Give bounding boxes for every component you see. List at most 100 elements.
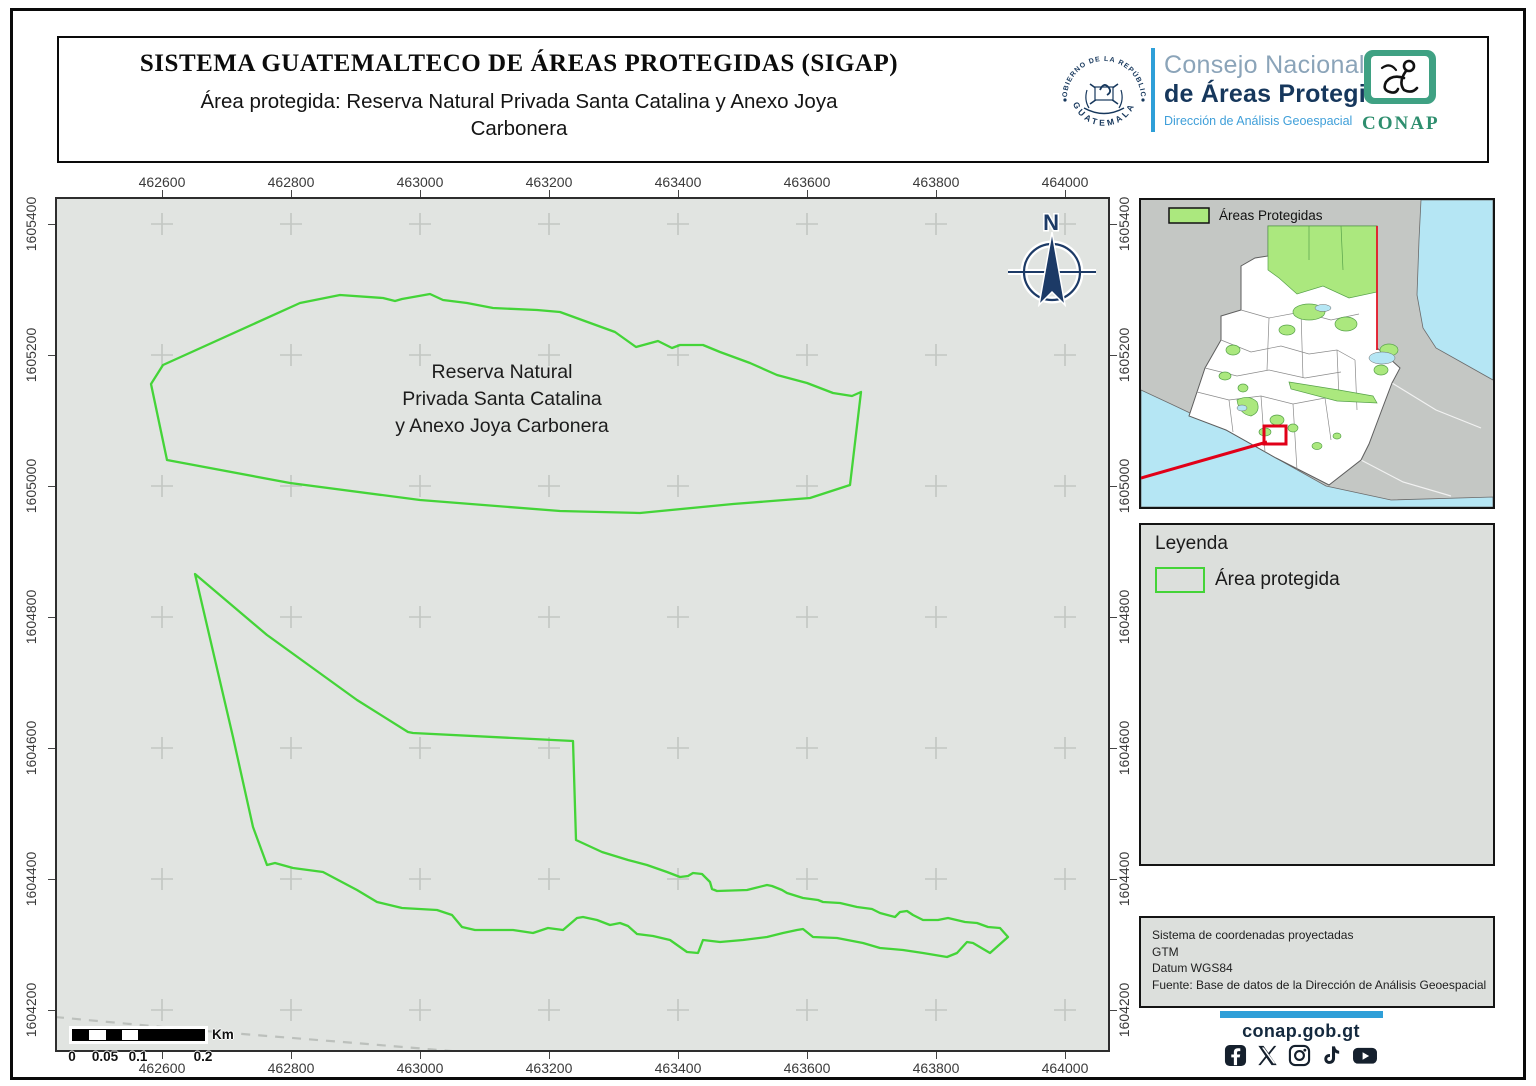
y-axis-label: 1605000 [1116,459,1132,514]
compass-rose: N [1008,210,1096,305]
inset-legend-label: Áreas Protegidas [1219,208,1323,223]
y-axis-tick [48,224,55,225]
guatemala-gov-seal-icon: GOBIERNO DE LA REPÚBLICA GUATEMALA [1054,46,1154,152]
info-line-source: Fuente: Base de datos de la Dirección de… [1152,977,1486,994]
y-axis-label: 1604400 [1116,852,1132,907]
conap-logo-text: CONAP [1362,113,1438,135]
info-line-projection: Sistema de coordenadas proyectadas [1152,927,1486,944]
inset-map-canvas: Áreas Protegidas [1141,200,1493,507]
wordmark-line3: Dirección de Análisis Geoespacial [1164,114,1352,128]
x-axis-label: 463400 [633,1060,723,1076]
x-axis-tick [807,1052,808,1059]
x-axis-tick [807,190,808,197]
info-line-datum: Datum WGS84 [1152,960,1486,977]
title-box: SISTEMA GUATEMALTECO DE ÁREAS PROTEGIDAS… [57,36,1489,163]
y-axis-label: 1604600 [23,721,39,776]
instagram-icon[interactable] [1288,1044,1311,1067]
y-axis-label: 1604800 [23,590,39,645]
x-axis-tick [291,1052,292,1059]
x-axis-tick [936,190,937,197]
x-axis-label: 463800 [891,174,981,190]
brand-divider [1151,48,1155,132]
x-axis-label: 462800 [246,174,336,190]
reserve-name-label: Reserva Natural Privada Santa Catalina y… [302,359,702,440]
y-axis-label: 1605000 [23,459,39,514]
x-axis-label: 463000 [375,174,465,190]
x-axis-tick [1065,190,1066,197]
x-axis-label: 463800 [891,1060,981,1076]
x-axis-label: 463400 [633,174,723,190]
x-axis-tick [678,1052,679,1059]
x-axis-label: 463000 [375,1060,465,1076]
website-link[interactable]: conap.gob.gt [1151,1021,1451,1042]
grid-crosses [151,213,1076,1021]
x-axis-tick [291,190,292,197]
y-axis-tick [48,879,55,880]
map-sheet: SISTEMA GUATEMALTECO DE ÁREAS PROTEGIDAS… [0,0,1536,1086]
y-axis-tick [48,617,55,618]
scale-label-0: 0 [68,1049,76,1064]
scale-unit-label: Km [212,1027,234,1042]
x-axis-label: 463600 [762,1060,852,1076]
x-axis-tick [1065,1052,1066,1059]
x-icon[interactable] [1256,1044,1279,1067]
x-axis-label: 463600 [762,174,852,190]
y-axis-tick [48,1010,55,1011]
conap-monkey-icon [1362,48,1438,106]
legend-title: Leyenda [1155,533,1228,555]
reserve-name-line2: Privada Santa Catalina [302,386,702,413]
x-axis-label: 462600 [117,1060,207,1076]
y-axis-tick [48,486,55,487]
x-axis-label: 463200 [504,174,594,190]
compass-n-label: N [1043,210,1059,235]
y-axis-label: 1605200 [23,328,39,383]
facebook-icon[interactable] [1224,1044,1247,1067]
seal-emblem [1084,84,1124,114]
protected-area-polygon-south [195,574,1008,957]
x-axis-label: 464000 [1020,174,1110,190]
inset-locator-map: Áreas Protegidas [1139,198,1495,509]
x-axis-tick [420,190,421,197]
x-axis-label: 462800 [246,1060,336,1076]
x-axis-label: 463200 [504,1060,594,1076]
x-axis-label: 464000 [1020,1060,1110,1076]
x-axis-tick [162,190,163,197]
x-axis-tick [549,190,550,197]
page-title: SISTEMA GUATEMALTECO DE ÁREAS PROTEGIDAS… [59,50,979,78]
x-axis-tick [162,1052,163,1059]
y-axis-label: 1605200 [1116,328,1132,383]
y-axis-label: 1605400 [1116,197,1132,252]
y-axis-tick [48,355,55,356]
x-axis-label: 462600 [117,174,207,190]
y-axis-label: 1604200 [1116,983,1132,1038]
footer-accent-bar [1220,1011,1383,1018]
x-axis-tick [549,1052,550,1059]
youtube-icon[interactable] [1352,1044,1378,1067]
scale-bar-segments [72,1029,205,1041]
tiktok-icon[interactable] [1320,1044,1343,1067]
main-map: N Reserva Natural Privada Santa Catalina… [55,197,1110,1052]
y-axis-label: 1604200 [23,983,39,1038]
x-axis-tick [936,1052,937,1059]
y-axis-label: 1604800 [1116,590,1132,645]
page-subtitle: Área protegida: Reserva Natural Privada … [154,88,884,142]
x-axis-tick [420,1052,421,1059]
reserve-name-line1: Reserva Natural [302,359,702,386]
legend-box: Leyenda Área protegida [1139,523,1495,866]
reserve-name-line3: y Anexo Joya Carbonera [302,413,702,440]
legend-item-label: Área protegida [1215,569,1340,591]
wordmark-line1: Consejo Nacional [1164,51,1365,80]
x-axis-tick [678,190,679,197]
y-axis-label: 1605400 [23,197,39,252]
protected-area-swatch [1155,567,1205,593]
conap-logo: CONAP [1362,48,1438,135]
inset-legend-swatch [1169,208,1209,223]
y-axis-tick [48,748,55,749]
info-line-gtm: GTM [1152,944,1486,961]
y-axis-label: 1604400 [23,852,39,907]
coordinate-info-box: Sistema de coordenadas proyectadas GTM D… [1139,916,1495,1008]
scale-label-005: 0.05 [92,1049,118,1064]
y-axis-label: 1604600 [1116,721,1132,776]
social-icons-row [1151,1044,1451,1067]
map-canvas: N [57,199,1108,1050]
